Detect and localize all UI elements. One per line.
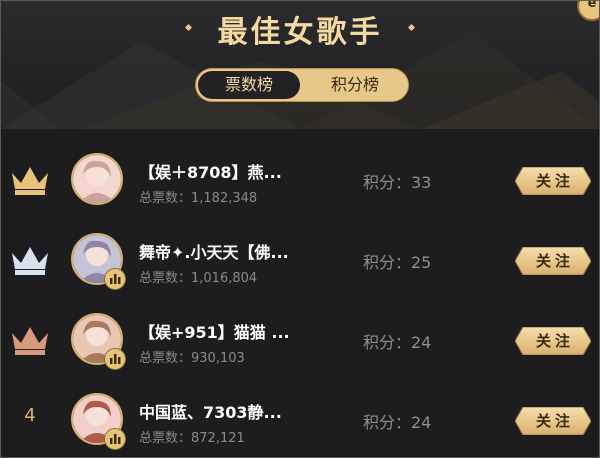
score: 积分：33 — [363, 173, 432, 192]
follow-label: 关注 — [535, 172, 574, 190]
header: 最佳女歌手 e 票数榜 积分榜 — [1, 1, 599, 129]
tab-votes[interactable]: 票数榜 — [198, 71, 300, 99]
bar-chart-icon — [104, 428, 126, 450]
follow-label: 关注 — [535, 252, 574, 270]
total-votes: 总票数：1,182,348 — [139, 191, 258, 206]
ranking-panel: 最佳女歌手 e 票数榜 积分榜 【娱＋8708】燕... 总票数：1,182,34… — [0, 0, 600, 458]
total-votes: 总票数：930,103 — [139, 351, 245, 366]
crown-icon — [9, 163, 51, 197]
page-title: 最佳女歌手 — [217, 15, 383, 50]
follow-label: 关注 — [535, 412, 574, 430]
follow-button[interactable]: 关注 — [515, 327, 591, 355]
singer-name[interactable]: 【娱＋8708】燕... — [139, 159, 282, 183]
score: 积分：24 — [363, 413, 432, 432]
list-item: 【娱+951】猫猫 ... 总票数：930,103 积分：24 关注 — [1, 301, 599, 379]
score: 积分：24 — [363, 333, 432, 352]
score: 积分：25 — [363, 253, 432, 272]
tab-points[interactable]: 积分榜 — [302, 69, 408, 101]
list-item: 4 中国蓝、7303静... 总票数：872,121 积分：24 关注 — [1, 381, 599, 457]
follow-button[interactable]: 关注 — [515, 167, 591, 195]
list-item: 【娱＋8708】燕... 总票数：1,182,348 积分：33 关注 — [1, 141, 599, 219]
bar-chart-icon — [104, 268, 126, 290]
bar-chart-icon — [104, 348, 126, 370]
avatar[interactable] — [71, 153, 123, 205]
total-votes: 总票数：872,121 — [139, 431, 245, 446]
singer-name[interactable]: 【娱+951】猫猫 ... — [139, 319, 290, 343]
follow-button[interactable]: 关注 — [515, 247, 591, 275]
singer-name[interactable]: 中国蓝、7303静... — [139, 399, 282, 423]
follow-label: 关注 — [535, 332, 574, 350]
follow-button[interactable]: 关注 — [515, 407, 591, 435]
list-item: 舞帝✦.小天天【佛... 总票数：1,016,804 积分：25 关注 — [1, 221, 599, 299]
crown-icon — [9, 243, 51, 277]
rank-number: 4 — [24, 405, 36, 426]
tab-bar: 票数榜 积分榜 — [195, 68, 409, 102]
crown-icon — [9, 323, 51, 357]
singer-name[interactable]: 舞帝✦.小天天【佛... — [139, 239, 289, 263]
total-votes: 总票数：1,016,804 — [139, 271, 258, 286]
